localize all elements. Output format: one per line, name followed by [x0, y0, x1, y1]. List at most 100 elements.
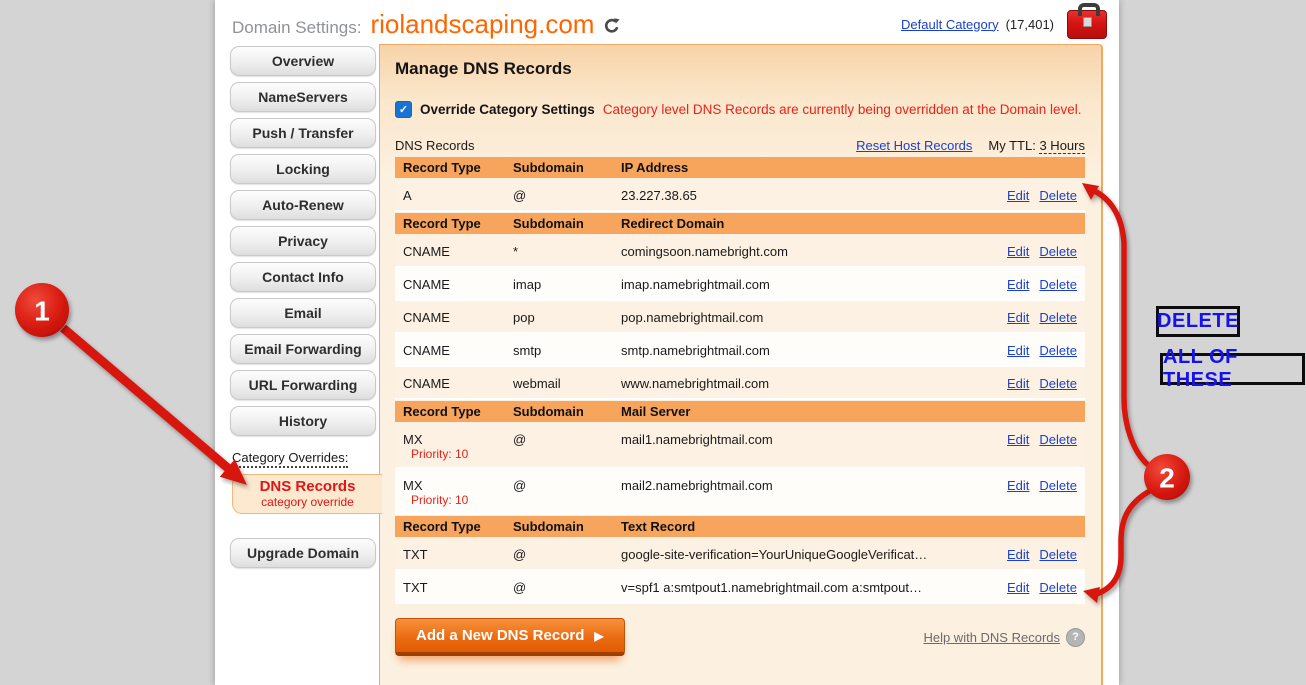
domain-name: riolandscaping.com: [370, 9, 594, 40]
record-value-cell: imap.namebrightmail.com: [621, 277, 977, 292]
ttl-label: My TTL:: [988, 138, 1035, 153]
sidebar-item-locking[interactable]: Locking: [230, 154, 376, 184]
default-category-link[interactable]: Default Category: [901, 17, 999, 32]
sidebar-item-email[interactable]: Email: [230, 298, 376, 328]
edit-link[interactable]: Edit: [1007, 244, 1029, 259]
record-value-cell: mail1.namebrightmail.com: [621, 432, 977, 447]
edit-link[interactable]: Edit: [1007, 376, 1029, 391]
override-checkbox-label: Override Category Settings: [420, 102, 595, 117]
edit-link[interactable]: Edit: [1007, 310, 1029, 325]
dns-record-row: TXT@google-site-verification=YourUniqueG…: [395, 538, 1085, 571]
sidebar-item-url-forwarding[interactable]: URL Forwarding: [230, 370, 376, 400]
override-settings-row: Override Category Settings Category leve…: [395, 101, 1085, 118]
dns-record-row: CNAMEsmtpsmtp.namebrightmail.com Edit Dele…: [395, 334, 1085, 367]
row-actions: Edit Delete: [997, 547, 1077, 562]
sidebar-buttons: Overview NameServers Push / Transfer Lockin…: [230, 46, 376, 436]
record-type-cell: MXPriority: 10: [403, 432, 513, 460]
category-overrides-label: Category Overrides:: [232, 450, 348, 468]
delete-link[interactable]: Delete: [1039, 580, 1077, 595]
upgrade-domain-button[interactable]: Upgrade Domain: [230, 538, 376, 568]
record-value-cell: smtp.namebrightmail.com: [621, 343, 977, 358]
help-dns-records-link[interactable]: Help with DNS Records: [923, 630, 1060, 645]
delete-link[interactable]: Delete: [1039, 432, 1077, 447]
delete-link[interactable]: Delete: [1039, 244, 1077, 259]
briefcase-icon[interactable]: [1067, 10, 1107, 39]
column-header: IP Address: [621, 160, 977, 175]
record-type: CNAME: [403, 310, 513, 325]
subdomain-cell: smtp: [513, 343, 621, 358]
dns-records-label: DNS Records: [233, 478, 382, 495]
record-priority: Priority: 10: [411, 494, 513, 506]
column-header: Redirect Domain: [621, 216, 977, 231]
row-actions: Edit Delete: [997, 188, 1077, 203]
table-section-header: Record TypeSubdomainRedirect Domain: [395, 213, 1085, 234]
add-dns-record-button[interactable]: Add a New DNS Record▶: [395, 618, 625, 656]
row-actions: Edit Delete: [997, 244, 1077, 259]
dns-record-row: MXPriority: 10@mail1.namebrightmail.comE…: [395, 423, 1085, 469]
subdomain-cell: @: [513, 547, 621, 562]
record-type-cell: CNAME: [403, 376, 513, 391]
row-actions: Edit Delete: [997, 343, 1077, 358]
refresh-icon[interactable]: [603, 17, 621, 40]
edit-link[interactable]: Edit: [1007, 547, 1029, 562]
ttl-setting: My TTL: 3 Hours: [988, 138, 1085, 153]
delete-link[interactable]: Delete: [1039, 310, 1077, 325]
category-count: (17,401): [1006, 17, 1054, 32]
record-type: TXT: [403, 547, 513, 562]
sidebar-item-push-transfer[interactable]: Push / Transfer: [230, 118, 376, 148]
sidebar-item-privacy[interactable]: Privacy: [230, 226, 376, 256]
record-type: CNAME: [403, 376, 513, 391]
record-value-cell: 23.227.38.65: [621, 188, 977, 203]
column-header: Subdomain: [513, 216, 621, 231]
column-header: Record Type: [403, 160, 513, 175]
sidebar-item-contact-info[interactable]: Contact Info: [230, 262, 376, 292]
record-type-cell: CNAME: [403, 277, 513, 292]
record-value-cell: mail2.namebrightmail.com: [621, 478, 977, 493]
subdomain-cell: pop: [513, 310, 621, 325]
column-header: Record Type: [403, 404, 513, 419]
column-header: Text Record: [621, 519, 977, 534]
page: Domain Settings: riolandscaping.com Defa…: [0, 0, 1306, 685]
arrow-right-icon: ▶: [594, 629, 603, 643]
sidebar-item-nameservers[interactable]: NameServers: [230, 82, 376, 112]
delete-link[interactable]: Delete: [1039, 343, 1077, 358]
sidebar-item-auto-renew[interactable]: Auto-Renew: [230, 190, 376, 220]
delete-link[interactable]: Delete: [1039, 478, 1077, 493]
delete-link[interactable]: Delete: [1039, 376, 1077, 391]
override-checkbox[interactable]: [395, 101, 412, 118]
subdomain-cell: webmail: [513, 376, 621, 391]
dns-record-row: CNAMEpoppop.namebrightmail.comEditDelete: [395, 301, 1085, 334]
record-type: CNAME: [403, 343, 513, 358]
row-actions: Edit Delete: [997, 277, 1077, 292]
edit-link[interactable]: Edit: [1007, 432, 1029, 447]
ttl-value[interactable]: 3 Hours: [1039, 138, 1085, 154]
panel-footer: Add a New DNS Record▶ Help with DNS Reco…: [395, 618, 1085, 656]
sidebar-item-email-forwarding[interactable]: Email Forwarding: [230, 334, 376, 364]
edit-link[interactable]: Edit: [1007, 188, 1029, 203]
dns-table: Record Type Subdomain IP Address A @23.227.3…: [395, 157, 1085, 604]
question-mark-icon[interactable]: ?: [1066, 628, 1085, 647]
edit-link[interactable]: Edit: [1007, 478, 1029, 493]
dns-record-row: CNAME*comingsoon.namebright.comEditDelet…: [395, 235, 1085, 268]
panel-title: Manage DNS Records: [395, 59, 1085, 79]
sidebar-item-overview[interactable]: Overview: [230, 46, 376, 76]
delete-link[interactable]: Delete: [1039, 188, 1077, 203]
subdomain-cell: *: [513, 244, 621, 259]
edit-link[interactable]: Edit: [1007, 277, 1029, 292]
delete-link[interactable]: Delete: [1039, 277, 1077, 292]
record-type: MX: [403, 432, 513, 447]
sidebar-nav: Overview NameServers Push / Transfer Lockin…: [230, 46, 376, 574]
record-type-cell: A: [403, 188, 513, 203]
dns-record-row: MXPriority: 10@mail2.namebrightmail.comE…: [395, 469, 1085, 515]
edit-link[interactable]: Edit: [1007, 343, 1029, 358]
delete-link[interactable]: Delete: [1039, 547, 1077, 562]
edit-link[interactable]: Edit: [1007, 580, 1029, 595]
dns-record-row: TXT@v=spf1 a:smtpout1.namebrightmail.com…: [395, 571, 1085, 604]
reset-host-records-link[interactable]: Reset Host Records: [856, 138, 972, 153]
record-type-cell: CNAME: [403, 310, 513, 325]
dns-panel: Manage DNS Records Override Category Set…: [379, 44, 1103, 685]
record-value-cell: google-site-verification=YourUniqueGoogl…: [621, 547, 977, 562]
sidebar-item-dns-records[interactable]: DNS Records category override: [232, 474, 382, 514]
record-type: A: [403, 188, 513, 203]
sidebar-item-history[interactable]: History: [230, 406, 376, 436]
